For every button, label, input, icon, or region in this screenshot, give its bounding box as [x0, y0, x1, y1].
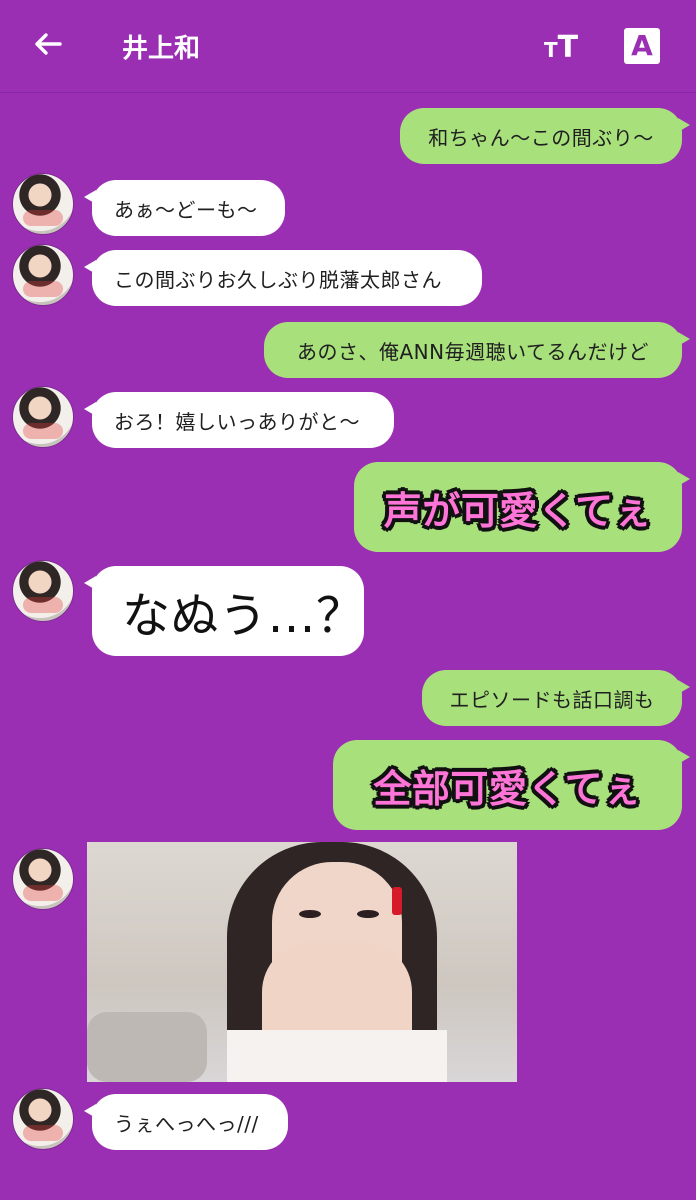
message-bubble-received[interactable]: おろ！嬉しいっありがと〜 [84, 392, 394, 448]
chat-title: 井上和 [122, 34, 201, 64]
contact-avatar[interactable] [12, 244, 74, 306]
font-size-icon[interactable]: TT [544, 30, 578, 65]
photo-eye [299, 910, 321, 918]
message-bubble-sent[interactable]: 声が可愛くてぇ [354, 462, 690, 552]
message-bubble-sent[interactable]: 和ちゃん〜この間ぶり〜 [400, 108, 690, 164]
photo-background-object [87, 1012, 207, 1082]
message-bubble-sent[interactable]: エピソードも話口調も [422, 670, 690, 726]
message-bubble-received[interactable]: この間ぶりお久しぶり脱藩太郎さん [84, 250, 482, 306]
photo-hair-clip [392, 887, 402, 915]
message-bubble-received[interactable]: うぇへっへっ/// [84, 1094, 288, 1150]
translate-icon[interactable]: A [624, 28, 660, 64]
chat-header: 井上和 TT A [0, 0, 696, 93]
message-bubble-sent[interactable]: あのさ、俺ANN毎週聴いてるんだけど [264, 322, 690, 378]
message-bubble-received[interactable]: あぁ〜どーも〜 [84, 180, 285, 236]
contact-avatar[interactable] [12, 560, 74, 622]
message-bubble-received[interactable]: なぬう…？ [84, 566, 364, 656]
contact-avatar[interactable] [12, 386, 74, 448]
contact-avatar[interactable] [12, 848, 74, 910]
message-bubble-sent[interactable]: 全部可愛くてぇ [333, 740, 690, 830]
back-arrow-icon[interactable] [30, 26, 66, 62]
photo-eye [357, 910, 379, 918]
message-photo[interactable] [87, 842, 517, 1082]
photo-shirt [227, 1030, 447, 1082]
contact-avatar[interactable] [12, 1088, 74, 1150]
contact-avatar[interactable] [12, 173, 74, 235]
